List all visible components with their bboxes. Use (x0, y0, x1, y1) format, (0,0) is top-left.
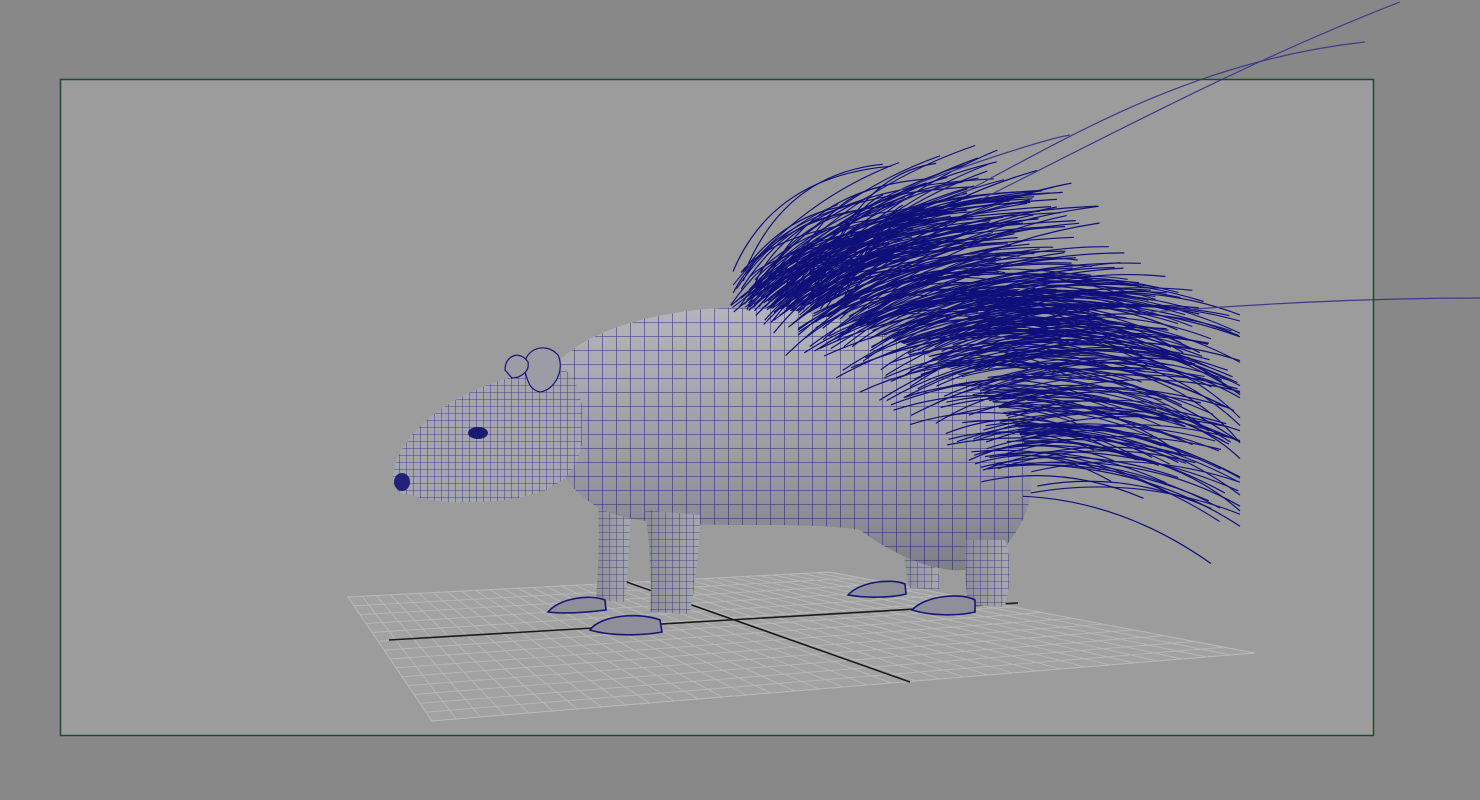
nose-mesh (394, 473, 410, 491)
ground-grid (347, 571, 1256, 722)
3d-viewport[interactable] (0, 0, 1480, 800)
quill-curve (1037, 480, 1212, 510)
quill-curve (1022, 495, 1212, 564)
scene-canvas[interactable] (0, 0, 1480, 800)
eye-mesh (468, 427, 488, 439)
